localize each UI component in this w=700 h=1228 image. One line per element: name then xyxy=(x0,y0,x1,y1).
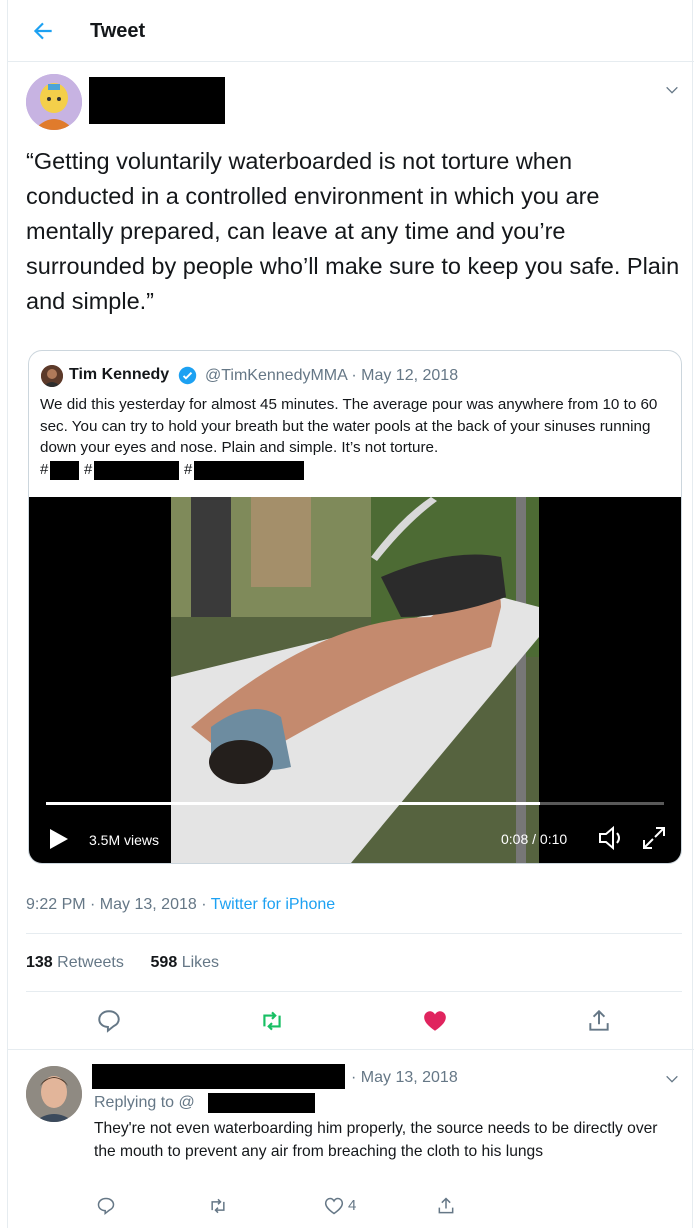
redacted-hashtag-3 xyxy=(194,461,304,480)
like-icon[interactable] xyxy=(422,1008,448,1034)
reply-author-avatar[interactable] xyxy=(26,1066,82,1122)
redacted-replying-handle xyxy=(208,1093,315,1113)
tweet-time[interactable]: 9:22 PM · May 13, 2018 · xyxy=(26,896,211,913)
quoted-tweet[interactable]: Tim Kennedy @TimKennedyMMA · May 12, 201… xyxy=(28,350,682,864)
quoted-author-avatar xyxy=(41,365,63,387)
tweet-page: Tweet “Getting voluntarily waterboarded … xyxy=(7,0,694,1228)
tweet-text: “Getting voluntarily waterboarded is not… xyxy=(26,148,680,314)
retweets-count[interactable]: 138 xyxy=(26,954,53,971)
retweet-icon[interactable] xyxy=(208,1196,228,1216)
tweet-meta: 9:22 PM · May 13, 2018 · Twitter for iPh… xyxy=(26,896,335,914)
video-progress-fill xyxy=(46,802,541,805)
divider xyxy=(26,991,682,992)
expand-icon[interactable] xyxy=(641,825,667,851)
reply-likes-count: 4 xyxy=(348,1197,357,1214)
replying-to: Replying to @ xyxy=(94,1094,195,1112)
quoted-handle-date: @TimKennedyMMA · May 12, 2018 xyxy=(205,367,459,384)
tweet-source[interactable]: Twitter for iPhone xyxy=(211,896,336,913)
redacted-author-name xyxy=(89,77,225,124)
retweet-icon[interactable] xyxy=(259,1008,285,1034)
play-icon[interactable] xyxy=(46,827,70,851)
share-icon[interactable] xyxy=(586,1008,612,1034)
like-icon[interactable] xyxy=(324,1196,344,1216)
author-avatar[interactable] xyxy=(26,74,82,130)
page-title: Tweet xyxy=(90,20,146,42)
volume-icon[interactable] xyxy=(597,825,625,851)
redacted-hashtag-2 xyxy=(94,461,179,480)
video-time: 0:08 / 0:10 xyxy=(501,831,568,847)
hashtag-3[interactable]: # xyxy=(184,461,192,478)
divider xyxy=(26,933,682,934)
reply-text: They're not even waterboarding him prope… xyxy=(94,1120,658,1160)
video-frame xyxy=(171,497,539,863)
redacted-hashtag-1 xyxy=(50,461,79,480)
verified-badge-icon xyxy=(178,366,197,385)
quoted-text: We did this yesterday for almost 45 minu… xyxy=(40,396,658,456)
tweet-stats: 138 Retweets 598 Likes xyxy=(26,954,219,972)
chevron-down-icon[interactable] xyxy=(664,82,680,98)
likes-label[interactable]: Likes xyxy=(182,954,219,971)
retweets-label[interactable]: Retweets xyxy=(57,954,124,971)
reply-date[interactable]: · May 13, 2018 xyxy=(351,1069,458,1087)
video-views: 3.5M views xyxy=(89,832,160,848)
reply-icon[interactable] xyxy=(96,1196,116,1216)
hashtag-1[interactable]: # xyxy=(40,461,48,478)
replying-to-label: Replying to @ xyxy=(94,1094,195,1111)
video-player[interactable]: 3.5M views 0:08 / 0:10 xyxy=(29,497,681,863)
back-arrow-icon[interactable] xyxy=(30,18,56,44)
hashtag-2[interactable]: # xyxy=(84,461,92,478)
likes-count[interactable]: 598 xyxy=(151,954,178,971)
chevron-down-icon[interactable] xyxy=(664,1071,680,1087)
redacted-reply-author xyxy=(92,1064,345,1089)
top-bar: Tweet xyxy=(8,0,694,62)
video-progress-bar[interactable] xyxy=(46,802,664,805)
share-icon[interactable] xyxy=(436,1196,456,1216)
quoted-author-name: Tim Kennedy xyxy=(69,366,170,383)
reply-separator xyxy=(8,1049,694,1050)
reply-icon[interactable] xyxy=(96,1008,122,1034)
